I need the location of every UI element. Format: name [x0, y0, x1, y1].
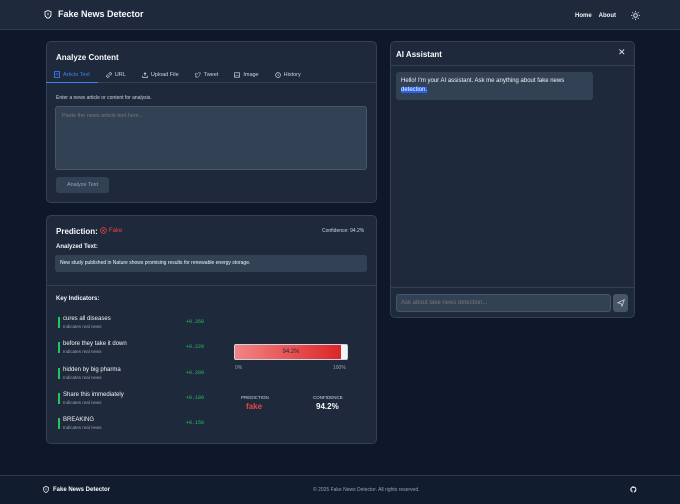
copyright: © 2025 Fake News Detector. All rights re… — [313, 487, 420, 493]
indicator-sub: Indicates real news — [63, 324, 102, 329]
tab-url[interactable]: URL — [98, 67, 134, 83]
indicator-row: Share this immediately Indicates real ne… — [58, 392, 218, 410]
article-textarea[interactable] — [55, 106, 367, 170]
assistant-divider — [391, 65, 634, 66]
indicator-sub: Indicates real news — [63, 349, 102, 354]
tab-article-text[interactable]: Article Text — [46, 67, 98, 83]
message-highlight: detection. — [401, 87, 428, 93]
assistant-title: AI Assistant — [396, 50, 442, 59]
prediction-caption: PREDICTION — [241, 395, 269, 400]
indicator-sub: Indicates real news — [63, 425, 102, 430]
tab-tweet[interactable]: Tweet — [187, 67, 227, 83]
twitter-icon — [194, 72, 201, 78]
indicator-row: cures all diseases Indicates real news +… — [58, 316, 218, 334]
link-icon — [106, 72, 112, 78]
confidence-caption: CONFIDENCE — [313, 395, 343, 400]
indicator-score: +0.220 — [186, 344, 205, 350]
tab-label: Tweet — [203, 72, 219, 78]
indicator-word: Share this immediately — [63, 392, 124, 398]
upload-icon — [142, 72, 148, 78]
confidence-text: Confidence: 94.2% — [322, 228, 365, 234]
indicator-score: +0.150 — [186, 420, 205, 426]
prediction-value: fake — [246, 402, 263, 411]
confidence-value: 94.2% — [316, 402, 339, 411]
fake-badge: Fake — [100, 227, 122, 234]
nav-about[interactable]: About — [599, 13, 616, 19]
input-tabs: Article Text URL Upload File Tweet Image… — [46, 67, 376, 83]
footer-brand-title: Fake News Detector — [53, 486, 111, 493]
shield-icon — [44, 9, 52, 19]
indicator-score: +0.350 — [186, 319, 205, 325]
chat-input[interactable] — [396, 294, 611, 312]
indicator-bar — [58, 418, 60, 429]
tab-label: Upload File — [150, 72, 179, 78]
shield-icon — [43, 486, 49, 493]
analyzed-label: Analyzed Text: — [56, 244, 98, 250]
close-icon[interactable]: ✕ — [618, 47, 626, 58]
analyzed-text-box: New study published in Nature shows prom… — [55, 255, 367, 272]
analyze-button[interactable]: Analyze Text — [56, 177, 109, 193]
indicator-bar — [58, 393, 60, 404]
divider — [47, 285, 376, 286]
github-icon[interactable] — [630, 486, 637, 493]
tab-history[interactable]: History — [267, 67, 309, 83]
image-icon — [234, 72, 241, 78]
indicator-row: hidden by big pharma Indicates real news… — [58, 367, 218, 385]
gauge-max: 100% — [333, 365, 346, 371]
indicator-word: BREAKING — [63, 417, 95, 423]
tab-label: History — [283, 72, 301, 78]
history-icon — [274, 72, 281, 78]
footer-brand: Fake News Detector — [43, 486, 110, 493]
prediction-label: Prediction: — [56, 227, 98, 236]
indicator-word: cures all diseases — [63, 316, 111, 322]
theme-toggle-icon[interactable] — [631, 11, 640, 20]
instruction-text: Enter a news article or content for anal… — [56, 95, 152, 101]
indicator-score: +0.200 — [186, 370, 205, 376]
indicator-row: BREAKING Indicates real news +0.150 — [58, 417, 218, 435]
analyzed-text: New study published in Nature shows prom… — [60, 260, 251, 266]
indicator-word: before they take it down — [63, 341, 127, 347]
indicator-bar — [58, 368, 60, 379]
nav-links: Home About — [575, 11, 640, 20]
tab-label: Article Text — [63, 71, 90, 78]
badge-text: Fake — [109, 227, 123, 234]
tab-image[interactable]: Image — [226, 67, 266, 83]
indicator-bar — [58, 342, 60, 353]
tab-label: Image — [243, 72, 259, 78]
indicator-row: before they take it down Indicates real … — [58, 341, 218, 359]
confidence-gauge: 94.2% — [234, 344, 348, 360]
nav-home[interactable]: Home — [575, 13, 592, 19]
indicator-word: hidden by big pharma — [63, 367, 121, 373]
tab-label: URL — [114, 72, 126, 78]
x-circle-icon — [100, 227, 107, 234]
assistant-message: Hello! I'm your AI assistant. Ask me any… — [396, 72, 593, 100]
document-icon — [54, 71, 60, 78]
indicator-bar — [58, 317, 60, 328]
key-indicators-label: Key Indicators: — [56, 296, 100, 302]
assistant-footer-divider — [391, 287, 634, 288]
indicator-sub: Indicates real news — [63, 400, 102, 405]
analyze-title: Analyze Content — [56, 53, 119, 62]
brand-title: Fake News Detector — [58, 9, 144, 19]
send-button[interactable] — [613, 294, 628, 312]
gauge-min: 0% — [235, 365, 243, 371]
brand[interactable]: Fake News Detector — [44, 9, 144, 19]
indicator-score: +0.180 — [186, 395, 205, 401]
indicator-sub: Indicates real news — [63, 375, 102, 380]
gauge-value: 94.2% — [282, 349, 300, 355]
message-text: Hello! I'm your AI assistant. Ask me any… — [401, 78, 565, 84]
send-icon — [616, 299, 625, 307]
tab-upload-file[interactable]: Upload File — [134, 67, 187, 83]
